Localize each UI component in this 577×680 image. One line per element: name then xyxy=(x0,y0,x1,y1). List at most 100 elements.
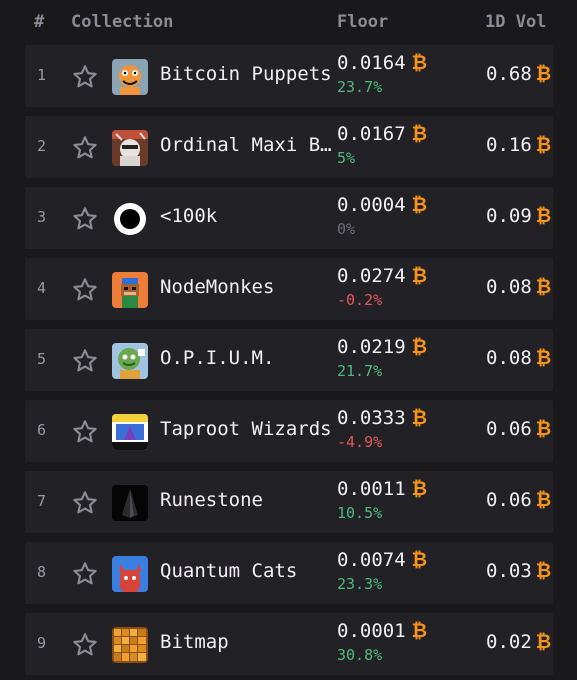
volume-price: 0.08 ₿ xyxy=(486,347,551,370)
collection-name[interactable]: Ordinal Maxi Biz xyxy=(160,134,336,156)
floor-value: 0.0001 xyxy=(337,620,406,642)
bitcoin-icon: ₿ xyxy=(535,631,552,653)
star-icon[interactable] xyxy=(71,560,99,588)
bitcoin-icon: ₿ xyxy=(535,276,552,298)
bitcoin-icon: ₿ xyxy=(535,489,552,511)
volume-value: 0.02 xyxy=(486,631,532,653)
bitcoin-icon: ₿ xyxy=(535,418,552,440)
collection-name[interactable]: Bitcoin Puppets xyxy=(160,63,336,85)
volume-price: 0.09 ₿ xyxy=(486,205,551,228)
floor-value: 0.0167 xyxy=(337,123,406,145)
table-row[interactable]: 4 NodeMonkes 0.0274 ₿ -0.2% 0.08 ₿ xyxy=(25,258,553,320)
floor-change: 0% xyxy=(337,220,356,238)
floor-change: 23.7% xyxy=(337,78,383,96)
row-rank: 7 xyxy=(37,492,47,510)
volume-value: 0.09 xyxy=(486,205,532,227)
floor-price: 0.0167 ₿ xyxy=(337,123,427,146)
table-row[interactable]: 8 Quantum Cats 0.0074 ₿ 23.3% 0.03 ₿ xyxy=(25,542,553,604)
volume-price: 0.16 ₿ xyxy=(486,134,551,157)
row-rank: 6 xyxy=(37,421,47,439)
row-rank: 2 xyxy=(37,137,47,155)
table-row[interactable]: 1 Bitcoin Puppets 0.0164 ₿ 23.7% 0.68 ₿ xyxy=(25,45,553,107)
floor-change: 10.5% xyxy=(337,504,383,522)
star-icon[interactable] xyxy=(71,205,99,233)
star-icon[interactable] xyxy=(71,134,99,162)
quantum-cats-thumbnail xyxy=(112,556,148,592)
collection-column-header[interactable]: Collection xyxy=(71,12,173,32)
star-icon[interactable] xyxy=(71,631,99,659)
bitcoin-icon: ₿ xyxy=(535,347,552,369)
table-row[interactable]: 7 Runestone 0.0011 ₿ 10.5% 0.06 ₿ xyxy=(25,471,553,533)
floor-value: 0.0333 xyxy=(337,407,406,429)
star-icon[interactable] xyxy=(71,276,99,304)
floor-price: 0.0219 ₿ xyxy=(337,336,427,359)
star-icon[interactable] xyxy=(71,347,99,375)
floor-change: 30.8% xyxy=(337,646,383,664)
volume-price: 0.03 ₿ xyxy=(486,560,551,583)
floor-price: 0.0274 ₿ xyxy=(337,265,427,288)
floor-price: 0.0004 ₿ xyxy=(337,194,427,217)
floor-price: 0.0164 ₿ xyxy=(337,52,427,75)
collection-name[interactable]: <100k xyxy=(160,205,336,227)
star-icon[interactable] xyxy=(71,63,99,91)
table-row[interactable]: 5 O.P.I.U.M. 0.0219 ₿ 21.7% 0.08 ₿ xyxy=(25,329,553,391)
floor-value: 0.0011 xyxy=(337,478,406,500)
floor-change: -0.2% xyxy=(337,291,383,309)
star-icon[interactable] xyxy=(71,418,99,446)
collection-name[interactable]: O.P.I.U.M. xyxy=(160,347,336,369)
floor-value: 0.0219 xyxy=(337,336,406,358)
taproot-wizards-thumbnail xyxy=(112,414,148,450)
volume-value: 0.03 xyxy=(486,560,532,582)
bitcoin-icon: ₿ xyxy=(411,336,428,358)
volume-price: 0.06 ₿ xyxy=(486,418,551,441)
floor-change: 23.3% xyxy=(337,575,383,593)
collection-name[interactable]: NodeMonkes xyxy=(160,276,336,298)
nodemonkes-thumbnail xyxy=(112,272,148,308)
floor-column-header[interactable]: Floor xyxy=(337,12,388,32)
volume-price: 0.06 ₿ xyxy=(486,489,551,512)
floor-price: 0.0011 ₿ xyxy=(337,478,427,501)
collection-name[interactable]: Quantum Cats xyxy=(160,560,336,582)
bitcoin-icon: ₿ xyxy=(411,52,428,74)
bitcoin-icon: ₿ xyxy=(535,205,552,227)
row-rank: 5 xyxy=(37,350,47,368)
opium-thumbnail xyxy=(112,343,148,379)
floor-value: 0.0274 xyxy=(337,265,406,287)
table-row[interactable]: 9 Bitmap 0.0001 ₿ 30.8% 0.02 ₿ xyxy=(25,613,553,675)
bitcoin-icon: ₿ xyxy=(535,63,552,85)
row-rank: 1 xyxy=(37,66,47,84)
bitcoin-icon: ₿ xyxy=(411,549,428,571)
floor-value: 0.0004 xyxy=(337,194,406,216)
volume-value: 0.16 xyxy=(486,134,532,156)
volume-value: 0.06 xyxy=(486,489,532,511)
volume-value: 0.08 xyxy=(486,347,532,369)
bitmap-thumbnail xyxy=(112,627,148,663)
bitcoin-icon: ₿ xyxy=(411,123,428,145)
row-rank: 8 xyxy=(37,563,47,581)
volume-value: 0.06 xyxy=(486,418,532,440)
table-row[interactable]: 6 Taproot Wizards 0.0333 ₿ -4.9% 0.06 ₿ xyxy=(25,400,553,462)
floor-price: 0.0333 ₿ xyxy=(337,407,427,430)
collection-name[interactable]: Runestone xyxy=(160,489,336,511)
table-row[interactable]: 2 Ordinal Maxi Biz 0.0167 ₿ 5% 0.16 ₿ xyxy=(25,116,553,178)
collection-name[interactable]: Taproot Wizards xyxy=(160,418,336,440)
floor-change: 21.7% xyxy=(337,362,383,380)
ordinal-maxi-biz-thumbnail xyxy=(112,130,148,166)
collection-name[interactable]: Bitmap xyxy=(160,631,336,653)
table-header: # Collection Floor 1D Vol xyxy=(0,0,577,44)
bitcoin-icon: ₿ xyxy=(411,194,428,216)
bitcoin-icon: ₿ xyxy=(411,265,428,287)
volume-value: 0.08 xyxy=(486,276,532,298)
floor-price: 0.0001 ₿ xyxy=(337,620,427,643)
volume-price: 0.68 ₿ xyxy=(486,63,551,86)
bitcoin-icon: ₿ xyxy=(411,407,428,429)
bitcoin-icon: ₿ xyxy=(411,478,428,500)
floor-value: 0.0074 xyxy=(337,549,406,571)
row-rank: 3 xyxy=(37,208,47,226)
bitcoin-icon: ₿ xyxy=(411,620,428,642)
floor-change: 5% xyxy=(337,149,356,167)
volume-column-header[interactable]: 1D Vol xyxy=(485,12,546,32)
star-icon[interactable] xyxy=(71,489,99,517)
volume-price: 0.08 ₿ xyxy=(486,276,551,299)
table-row[interactable]: 3 <100k 0.0004 ₿ 0% 0.09 ₿ xyxy=(25,187,553,249)
